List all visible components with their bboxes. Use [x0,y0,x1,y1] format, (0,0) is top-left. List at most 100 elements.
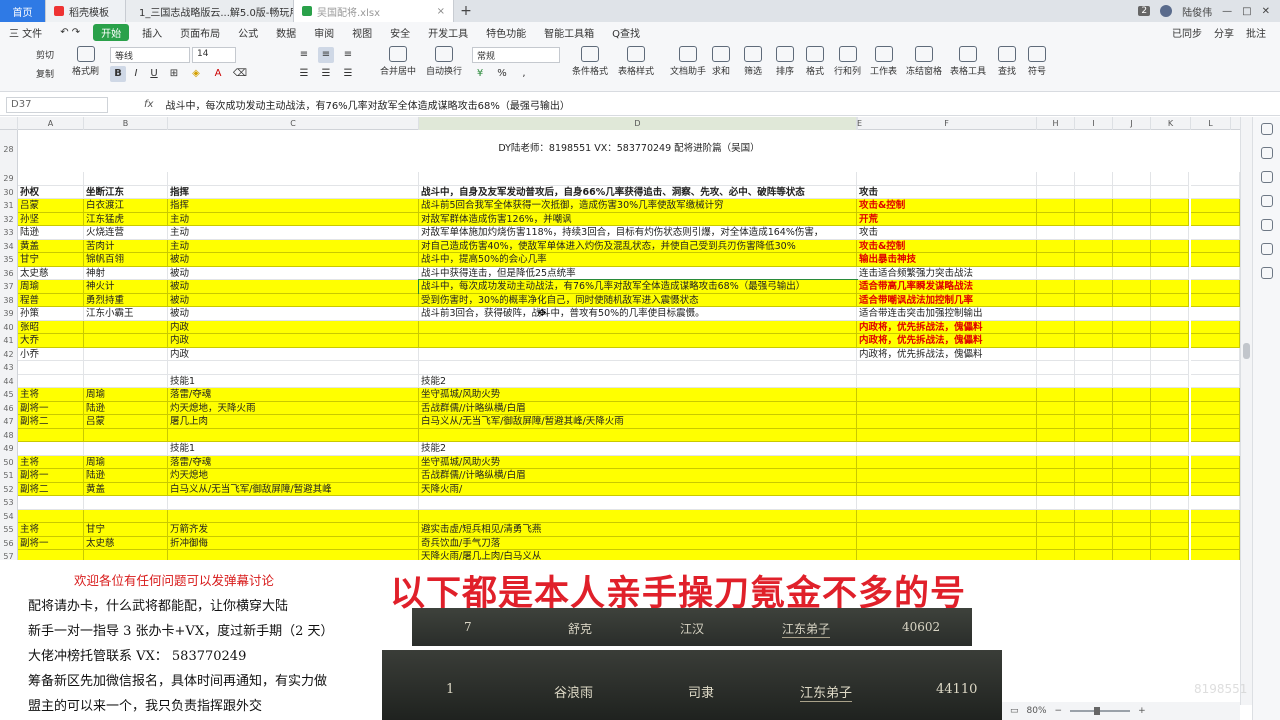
cell-description[interactable] [419,428,857,442]
avatar[interactable] [1160,5,1173,17]
close-window-icon[interactable]: ✕ [1262,6,1270,17]
cell-note[interactable] [857,401,1037,415]
cell-description[interactable]: 战斗前3回合，获得破阵，战斗中，普攻有50%的几率使目标震慑。 [419,307,857,321]
wrap-text-button[interactable]: 自动换行 [426,46,462,77]
filter-button[interactable]: 筛选 [744,46,762,77]
cell-empty[interactable] [1037,212,1075,226]
cell-skill-name[interactable]: 锦帆百翎 [84,253,168,267]
cell-description[interactable]: 战斗中获得连击，但是降低25点统率 [419,266,857,280]
cell-empty[interactable] [1151,509,1189,523]
rows-columns-button[interactable]: 行和列 [834,46,861,77]
font-name-select[interactable]: 等线 [110,47,190,63]
cell-empty[interactable] [1113,482,1151,496]
cell-note[interactable] [857,374,1037,388]
freeze-panes-button[interactable]: 冻结窗格 [906,46,942,77]
cell-empty[interactable] [1113,226,1151,240]
cell-empty[interactable] [1075,226,1113,240]
window-count-badge[interactable]: 2 [1138,6,1151,16]
shape-icon[interactable] [1261,171,1273,183]
cell-skill-name[interactable] [84,361,168,375]
row-number[interactable]: 56 [0,536,18,550]
cell-note[interactable]: 内政将，优先拆战法，傀儡料 [857,334,1037,348]
cell-description[interactable]: 避实击虚/短兵相见/清勇飞燕 [419,523,857,537]
cell-empty[interactable] [1075,455,1113,469]
cell-empty[interactable] [1037,536,1075,550]
close-tab-icon[interactable]: × [437,6,445,17]
cell-empty[interactable] [1037,482,1075,496]
column-header-f[interactable]: F [857,117,1037,130]
cell-type[interactable]: 主动 [168,239,419,253]
cell-note[interactable]: 适合带高几率瞬发谋略战法 [857,280,1037,294]
cell-note[interactable]: 输出暴击神技 [857,253,1037,267]
column-header-j[interactable]: J [1113,117,1151,130]
column-header-h[interactable]: H [1037,117,1075,130]
cell-empty[interactable] [1191,239,1240,253]
cell-skill-name[interactable]: 神射 [84,266,168,280]
cell-description[interactable]: 对自己造成伤害40%，使敌军单体进入灼伤及混乱状态，并使自己受到兵刃伤害降低30… [419,239,857,253]
cell-empty[interactable] [1075,469,1113,483]
cell-description[interactable] [419,334,857,348]
cell-empty[interactable] [1151,334,1189,348]
cell-note[interactable] [857,536,1037,550]
format-button[interactable]: 格式 [806,46,824,77]
cell-type[interactable]: 折冲御侮 [168,536,419,550]
cell-empty[interactable] [1113,455,1151,469]
cell-note[interactable]: 连击适合频繁强力突击战法 [857,266,1037,280]
cell-skill-name[interactable]: 江东猛虎 [84,212,168,226]
cell-empty[interactable] [1113,334,1151,348]
column-header-c[interactable]: C [168,117,419,130]
cell-general[interactable]: 主将 [18,455,84,469]
row-number[interactable]: 34 [0,239,18,253]
cell-general[interactable] [18,361,84,375]
cell-empty[interactable] [1037,226,1075,240]
align-right-icon[interactable]: ☰ [340,66,356,82]
property-icon[interactable] [1261,195,1273,207]
cell-empty[interactable] [1191,293,1240,307]
vertical-scrollbar[interactable] [1240,117,1252,705]
sum-button[interactable]: 求和 [712,46,730,77]
cell-empty[interactable] [1151,428,1189,442]
cell-empty[interactable] [1037,239,1075,253]
cell-empty[interactable] [1075,185,1113,199]
cell-empty[interactable] [1151,253,1189,267]
cell-empty[interactable] [1191,550,1240,560]
cell-empty[interactable] [1037,374,1075,388]
cell-empty[interactable] [1113,293,1151,307]
cell-general[interactable] [18,550,84,560]
tab-docer[interactable]: 稻壳模板 [46,0,126,22]
cell-empty[interactable] [1191,266,1240,280]
align-center-icon[interactable]: ☰ [318,66,334,82]
cell-empty[interactable] [1191,334,1240,348]
merge-center-button[interactable]: 合并居中 [380,46,416,77]
format-painter-button[interactable]: 格式刷 [72,46,99,77]
cell-empty[interactable] [1151,307,1189,321]
cell-note[interactable] [857,388,1037,402]
row-number[interactable]: 41 [0,334,18,348]
cell-general[interactable]: 副将一 [18,536,84,550]
cell-note[interactable]: 攻击&控制 [857,199,1037,213]
cell-empty[interactable] [1191,320,1240,334]
cell-empty[interactable] [1151,401,1189,415]
italic-button[interactable]: I [128,66,144,82]
cell-general[interactable]: 大乔 [18,334,84,348]
menu-features[interactable]: 特色功能 [477,25,535,40]
tab-workbook-1[interactable]: 1_三国志战略版云...解5.0版-畅玩用 [126,0,294,22]
cell-empty[interactable] [1191,226,1240,240]
cell-description[interactable]: 受到伤害时，30%的概率净化自己，同时使随机敌军进入震慑状态 [419,293,857,307]
cell-description[interactable]: 舌战群儒//计略纵横/白眉 [419,401,857,415]
cell-note[interactable] [857,496,1037,510]
cell-empty[interactable] [1037,253,1075,267]
cell-empty[interactable] [1075,374,1113,388]
align-top-icon[interactable]: ≡ [296,47,312,63]
cell-description[interactable]: 天降火雨/屠几上肉/白马义从 [419,550,857,560]
cell-skill-name[interactable]: 周瑜 [84,388,168,402]
cell-empty[interactable] [1151,199,1189,213]
zoom-slider[interactable] [1070,707,1131,715]
column-header-l[interactable]: L [1191,117,1231,130]
cell-type[interactable] [168,496,419,510]
cell-empty[interactable] [1191,455,1240,469]
menu-file[interactable]: 三 文件 [0,25,51,40]
doc-assistant-button[interactable]: 文档助手 [670,46,706,77]
cell-empty[interactable] [1113,509,1151,523]
cell-type[interactable] [168,550,419,560]
